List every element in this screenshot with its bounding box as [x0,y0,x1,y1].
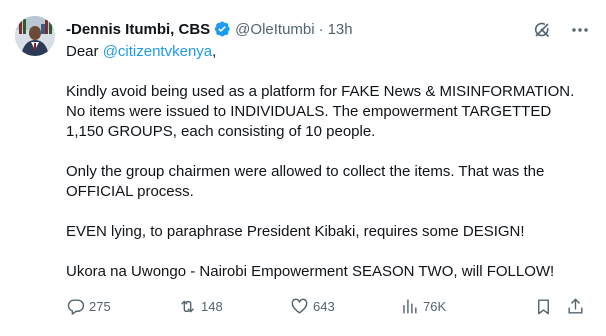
greeting-line: Dear @citizentvkenya, [66,42,586,62]
retweet-count: 148 [201,298,223,314]
reply-button[interactable]: 275 [66,297,111,316]
paragraph-2: Only the group chairmen were allowed to … [66,163,545,200]
mention-link[interactable]: @citizentvkenya [103,43,212,60]
grok-icon[interactable] [532,20,552,40]
tweet-card[interactable]: -Dennis Itumbi, CBS @OleItumbi · 13h Dea… [0,0,606,336]
bookmark-button[interactable] [534,297,553,316]
avatar-image [15,16,55,56]
verified-badge-icon[interactable] [213,20,231,38]
author-handle[interactable]: @OleItumbi [235,21,314,38]
reply-count: 275 [89,298,111,314]
separator-dot: · [318,20,324,38]
tweet-header: -Dennis Itumbi, CBS @OleItumbi · 13h [66,18,353,40]
retweet-icon [181,300,194,312]
tweet-text: Dear @citizentvkenya, Kindly avoid being… [66,42,586,282]
share-button[interactable] [566,297,585,316]
paragraph-4: Ukora na Uwongo - Nairobi Empowerment SE… [66,263,555,280]
timestamp[interactable]: 13h [328,21,353,38]
share-icon [568,298,583,314]
avatar[interactable] [15,16,55,56]
reply-icon [67,298,85,315]
views-button[interactable]: 76K [400,297,446,316]
paragraph-1: Kindly avoid being used as a platform fo… [66,83,575,140]
bookmark-icon [538,298,549,314]
heart-icon [291,298,308,314]
greeting-prefix: Dear [66,43,103,60]
tweet-actions: 275 148 643 76K [66,296,590,316]
views-count: 76K [423,298,447,314]
more-icon[interactable] [570,20,590,40]
header-actions [532,20,590,40]
greeting-suffix: , [212,43,217,60]
views-icon [403,298,417,314]
like-count: 643 [313,298,335,314]
like-button[interactable]: 643 [290,297,335,316]
retweet-button[interactable]: 148 [178,297,223,316]
display-name[interactable]: -Dennis Itumbi, CBS [66,21,210,38]
paragraph-3: EVEN lying, to paraphrase President Kiba… [66,223,525,240]
